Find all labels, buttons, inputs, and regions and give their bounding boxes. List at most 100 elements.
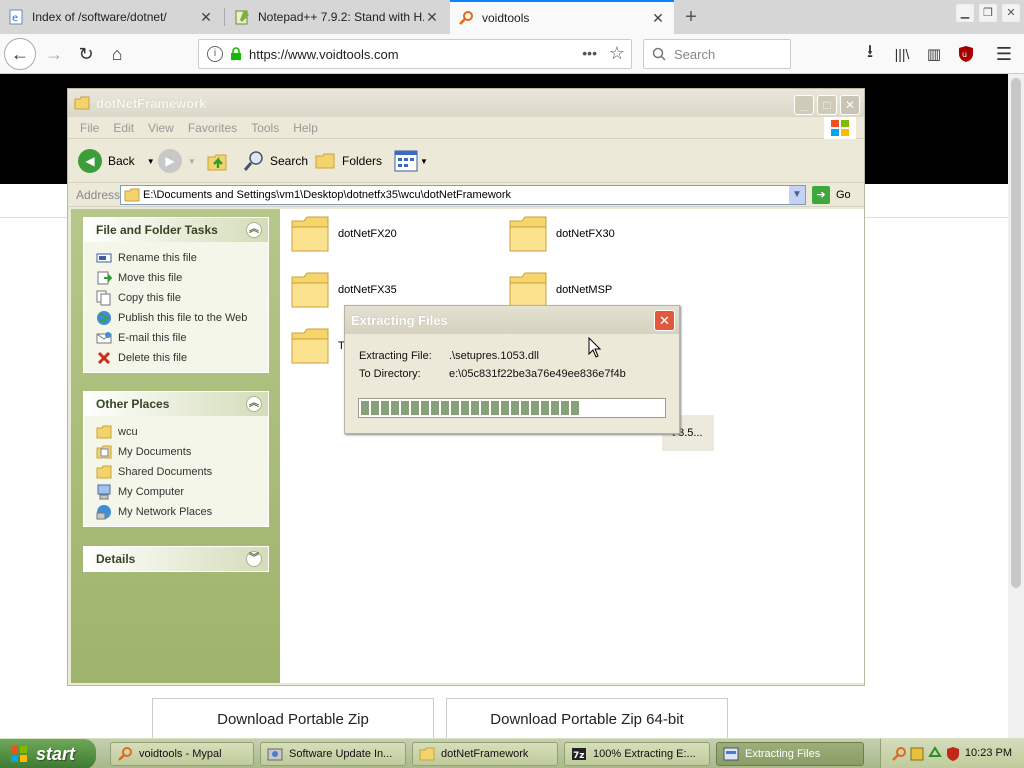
search-input[interactable]: Search [643,39,791,69]
views-icon [394,150,418,172]
download-portable-zip-64-button[interactable]: Download Portable Zip 64-bit [446,698,728,740]
sidebar-icon[interactable]: ▥ [920,40,948,68]
chevron-down-icon[interactable]: ▼ [188,157,196,166]
task-move[interactable]: Move this file [96,268,268,288]
task-email[interactable]: E-mail this file [96,328,268,348]
progress-block [561,401,569,415]
up-folder-button[interactable] [206,147,230,175]
file-folder-tasks-panel: File and Folder Tasks ︽ Rename this file… [83,217,269,373]
search-icon [243,151,263,171]
explorer-title-bar[interactable]: dotNetFramework _ □ ✕ [68,89,864,117]
folder-icon [419,747,435,761]
progress-block [361,401,369,415]
minimize-icon[interactable]: ▁ [956,4,974,22]
forward-button[interactable]: ▶ ▼ [158,147,196,175]
chevron-down-icon[interactable]: ▼ [789,186,805,204]
place-my-network[interactable]: My Network Places [96,502,268,522]
taskbar-item-dotnetframework[interactable]: dotNetFramework [412,742,558,766]
folder-icon [509,272,547,308]
panel-header[interactable]: Other Places ︽ [84,392,268,416]
tab-notepad[interactable]: Notepad++ 7.9.2: Stand with H... ✕ [226,0,448,34]
place-wcu[interactable]: wcu [96,422,268,442]
tab-index-dotnet[interactable]: e Index of /software/dotnet/ ✕ [0,0,222,34]
task-delete[interactable]: Delete this file [96,348,268,368]
search-button[interactable]: Search [242,147,308,175]
folder-item[interactable]: dotNetMSP [508,271,612,309]
bookmark-star-icon[interactable]: ☆ [609,43,625,64]
reload-icon[interactable]: ↻ [72,40,100,68]
menu-tools[interactable]: Tools [251,121,279,135]
ublock-shield-icon[interactable]: u [952,40,980,68]
maximize-icon[interactable]: □ [817,95,837,115]
maximize-icon[interactable]: ❐ [979,4,997,22]
back-button[interactable]: ◀ Back ▼ [78,147,155,175]
tray-app-icon[interactable] [909,746,925,762]
dialog-title-bar[interactable]: Extracting Files ✕ [345,306,679,334]
place-my-documents[interactable]: My Documents [96,442,268,462]
taskbar-item-7zip[interactable]: 7z 100% Extracting E:... [564,742,710,766]
close-icon[interactable]: ✕ [654,310,675,331]
new-tab-icon[interactable]: + [680,6,702,28]
chevron-down-icon[interactable]: ▼ [420,157,428,166]
download-icon[interactable]: ⭳ [856,40,884,68]
tab-voidtools[interactable]: voidtools ✕ [450,0,674,34]
menu-view[interactable]: View [148,121,174,135]
menu-edit[interactable]: Edit [113,121,134,135]
expand-chevron-icon[interactable]: ︾ [246,551,262,567]
address-bar: Address E:\Documents and Settings\vm1\De… [68,183,864,207]
task-rename[interactable]: Rename this file [96,248,268,268]
task-pane: File and Folder Tasks ︽ Rename this file… [71,209,280,683]
panel-header[interactable]: File and Folder Tasks ︽ [84,218,268,242]
url-bar[interactable]: i https://www.voidtools.com ••• ☆ [198,39,632,69]
menu-hamburger-icon[interactable]: ☰ [990,40,1018,68]
chevron-down-icon[interactable]: ▼ [147,157,155,166]
file-item[interactable]: T [290,327,345,365]
scrollbar-thumb[interactable] [1011,78,1021,588]
close-icon[interactable]: ✕ [650,10,666,26]
page-scrollbar[interactable] [1008,74,1024,738]
collapse-chevron-icon[interactable]: ︽ [246,222,262,238]
folders-button[interactable]: Folders [314,147,382,175]
page-actions-icon[interactable]: ••• [582,45,597,61]
go-button[interactable]: ➔ Go [812,185,851,205]
info-icon[interactable]: i [207,46,223,62]
forward-arrow-icon[interactable]: → [40,40,68,68]
folder-icon [291,328,329,364]
place-my-computer[interactable]: My Computer [96,482,268,502]
folder-view: dotNetFX20 dotNetFX30 dotNetFX35 dotNetM… [280,209,864,683]
place-shared-documents[interactable]: Shared Documents [96,462,268,482]
collapse-chevron-icon[interactable]: ︽ [246,396,262,412]
taskbar-item-extracting[interactable]: Extracting Files [716,742,864,766]
close-icon[interactable]: ✕ [198,9,214,25]
panel-header[interactable]: Details ︾ [84,547,268,571]
task-copy[interactable]: Copy this file [96,288,268,308]
security-shield-icon[interactable] [945,746,961,762]
clock: 10:23 PM [964,747,1012,759]
back-arrow-icon[interactable]: ← [4,38,36,70]
folders-icon [315,153,335,169]
shared-folder-icon [96,465,112,479]
close-icon[interactable]: ✕ [424,9,440,25]
minimize-icon[interactable]: _ [794,95,814,115]
extracting-file-value: .\setupres.1053.dll [449,350,539,362]
folder-icon [74,96,90,110]
library-icon[interactable]: |||\ [888,40,916,68]
views-button[interactable]: ▼ [394,147,428,175]
taskbar-item-software-update[interactable]: Software Update In... [260,742,406,766]
window-close-icon[interactable]: ✕ [1002,4,1020,22]
download-portable-zip-button[interactable]: Download Portable Zip [152,698,434,740]
folder-item[interactable]: dotNetFX20 [290,215,397,253]
task-publish[interactable]: Publish this file to the Web [96,308,268,328]
menu-favorites[interactable]: Favorites [188,121,237,135]
search-icon[interactable] [891,746,907,762]
menu-help[interactable]: Help [293,121,318,135]
close-icon[interactable]: ✕ [840,95,860,115]
home-icon[interactable]: ⌂ [103,40,131,68]
folder-item[interactable]: dotNetFX30 [508,215,615,253]
tray-recycle-icon[interactable] [927,746,943,762]
folder-item[interactable]: dotNetFX35 [290,271,397,309]
menu-file[interactable]: File [80,121,99,135]
taskbar-item-mypal[interactable]: voidtools - Mypal [110,742,254,766]
address-field[interactable]: E:\Documents and Settings\vm1\Desktop\do… [120,185,806,205]
start-button[interactable]: start [0,739,96,768]
